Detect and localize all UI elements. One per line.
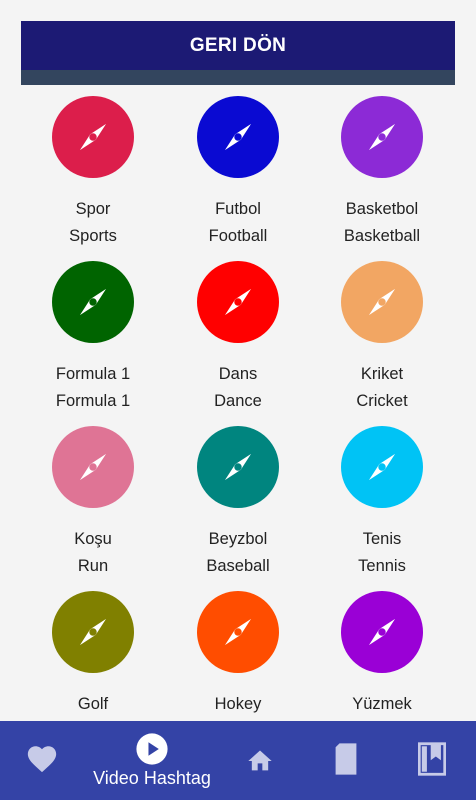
category-name-en: Cricket [356, 392, 408, 410]
category-name-en: Tennis [358, 557, 406, 575]
category-item[interactable]: Koşu Run [21, 426, 165, 591]
compass-icon [224, 453, 252, 481]
category-item[interactable]: Kriket Cricket [310, 261, 454, 426]
category-name: Formula 1 [55, 365, 131, 383]
category-item[interactable]: Formula 1 Formula 1 [21, 261, 165, 426]
category-name-en: Run [77, 557, 109, 575]
category-circle [341, 261, 423, 343]
nav-favorites[interactable] [25, 742, 59, 776]
header-divider [21, 70, 455, 85]
category-name-en: Baseball [206, 557, 270, 575]
category-item[interactable]: Hokey [166, 591, 310, 721]
category-circle [341, 591, 423, 673]
compass-icon [224, 288, 252, 316]
category-circle [197, 591, 279, 673]
compass-icon [368, 288, 396, 316]
category-item[interactable]: Beyzbol Baseball [166, 426, 310, 591]
category-name: Tenis [362, 530, 402, 548]
nav-home[interactable] [246, 747, 274, 775]
category-circle [197, 426, 279, 508]
compass-icon [368, 123, 396, 151]
card-icon [335, 743, 357, 775]
category-name: Golf [77, 695, 109, 713]
category-circle [197, 96, 279, 178]
category-name: Kriket [360, 365, 404, 383]
category-name-en: Dance [214, 392, 262, 410]
category-circle [52, 96, 134, 178]
category-item[interactable]: Tenis Tennis [310, 426, 454, 591]
category-name: Spor [75, 200, 111, 218]
category-name: Basketbol [345, 200, 419, 218]
category-item[interactable]: Futbol Football [166, 96, 310, 261]
nav-video-hashtag[interactable]: Video Hashtag [91, 732, 213, 789]
home-icon [248, 750, 272, 771]
category-circle [52, 426, 134, 508]
nav-video-hashtag-label: Video Hashtag [93, 768, 211, 788]
heart-icon [27, 746, 57, 773]
category-circle [52, 591, 134, 673]
back-button[interactable]: GERI DÖN [21, 21, 455, 70]
category-name-en: Formula 1 [55, 392, 131, 410]
bottom-nav: Video Hashtag [0, 721, 476, 800]
category-circle [52, 261, 134, 343]
category-name: Yüzmek [352, 695, 412, 713]
category-circle [341, 96, 423, 178]
compass-icon [368, 618, 396, 646]
compass-icon [79, 618, 107, 646]
category-name-en: Basketball [343, 227, 421, 245]
category-name: Dans [218, 365, 258, 383]
bookmark-book-icon [418, 742, 446, 776]
compass-icon [79, 453, 107, 481]
category-name-en: Football [208, 227, 268, 245]
compass-icon [79, 288, 107, 316]
category-name-en: Sports [69, 227, 117, 245]
play-circle-icon [136, 733, 168, 765]
category-item[interactable]: Basketbol Basketball [310, 96, 454, 261]
category-name: Koşu [74, 530, 112, 548]
category-circle [197, 261, 279, 343]
compass-icon [368, 453, 396, 481]
category-name: Beyzbol [208, 530, 268, 548]
category-name: Hokey [214, 695, 262, 713]
category-item[interactable]: Golf [21, 591, 165, 721]
category-item[interactable]: Dans Dance [166, 261, 310, 426]
category-name: Futbol [215, 200, 261, 218]
category-circle [341, 426, 423, 508]
compass-icon [79, 123, 107, 151]
category-item[interactable]: Spor Sports [21, 96, 165, 261]
nav-card[interactable] [333, 742, 359, 776]
nav-saved[interactable] [418, 742, 446, 776]
category-item[interactable]: Yüzmek [310, 591, 454, 721]
compass-icon [224, 123, 252, 151]
compass-icon [224, 618, 252, 646]
category-grid: Spor Sports Futbol Football Basketbol Basketb… [21, 96, 455, 721]
